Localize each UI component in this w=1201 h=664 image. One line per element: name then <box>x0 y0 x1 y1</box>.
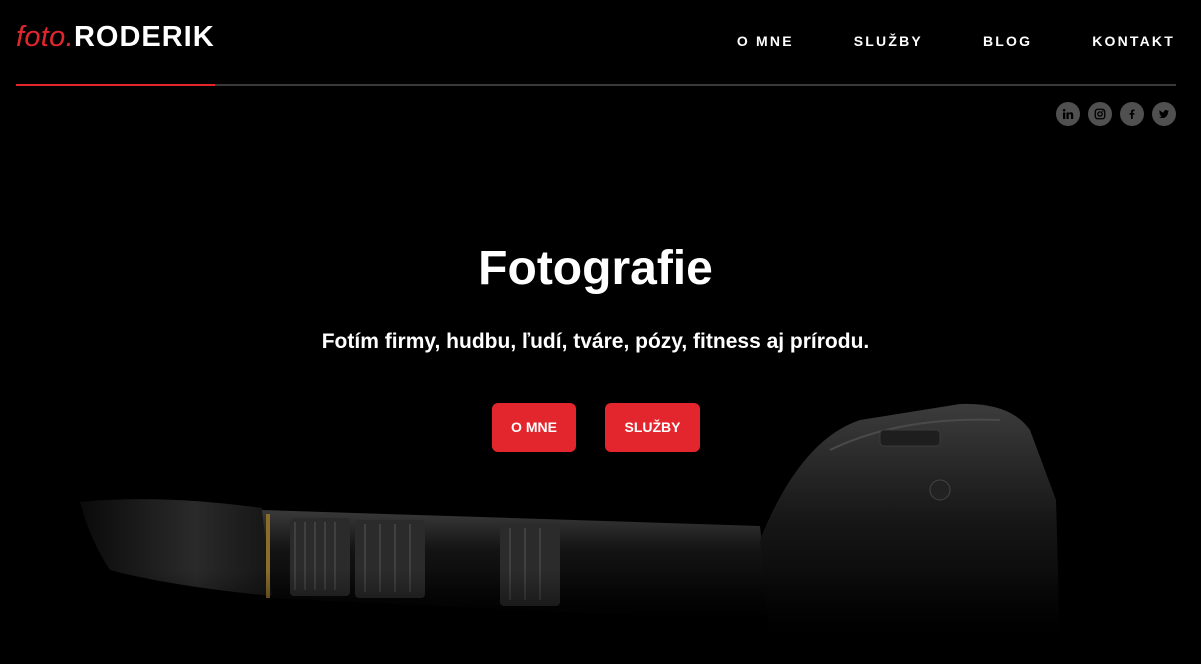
site-logo[interactable]: foto.RODERIK <box>16 20 215 54</box>
hero-subtitle: Fotím firmy, hudbu, ľudí, tváre, pózy, f… <box>321 330 870 353</box>
sluzby-button[interactable]: SLUŽBY <box>605 403 700 452</box>
social-links <box>1056 102 1176 126</box>
o-mne-button[interactable]: O MNE <box>492 403 576 452</box>
nav-item-kontakt[interactable]: KONTAKT <box>1092 32 1175 50</box>
main-nav: O MNE SLUŽBY BLOG KONTAKT <box>677 32 1175 50</box>
header-divider <box>16 84 1176 86</box>
linkedin-icon[interactable] <box>1056 102 1080 126</box>
nav-item-blog[interactable]: BLOG <box>983 32 1032 50</box>
hero-title: Fotografie <box>478 242 713 295</box>
facebook-icon[interactable] <box>1120 102 1144 126</box>
header-divider-accent <box>16 84 215 86</box>
nav-item-o-mne[interactable]: O MNE <box>737 32 794 50</box>
nav-item-sluzby[interactable]: SLUŽBY <box>854 32 923 50</box>
logo-prefix: foto. <box>16 21 74 53</box>
twitter-icon[interactable] <box>1152 102 1176 126</box>
hero-camera-image <box>0 403 1201 664</box>
logo-name: RODERIK <box>73 21 215 53</box>
page: foto.RODERIK O MNE SLUŽBY BLOG KONTAKT F… <box>0 0 1201 664</box>
instagram-icon[interactable] <box>1088 102 1112 126</box>
